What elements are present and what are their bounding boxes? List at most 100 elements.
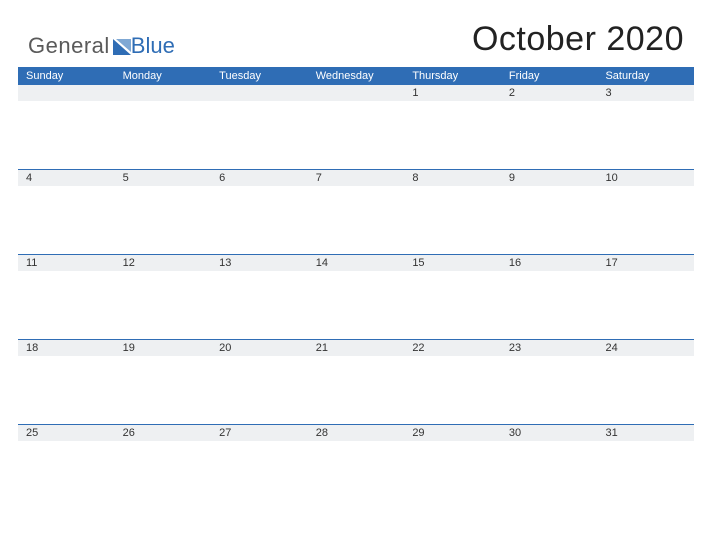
day-cell: 16	[501, 255, 598, 339]
date-number: 19	[123, 342, 135, 354]
date-band	[308, 85, 405, 101]
brand-triangle-icon	[113, 39, 131, 55]
day-header-cell: Sunday	[18, 67, 115, 85]
brand-logo: General Blue	[28, 33, 175, 59]
date-band: 18	[18, 340, 115, 356]
calendar-grid: Sunday Monday Tuesday Wednesday Thursday…	[18, 67, 694, 509]
day-cell: 3	[597, 85, 694, 169]
day-cell: 1	[404, 85, 501, 169]
day-header-cell: Monday	[115, 67, 212, 85]
day-cell: 23	[501, 340, 598, 424]
brand-word-1: General	[28, 33, 110, 59]
date-number: 5	[123, 172, 129, 184]
day-cell: 14	[308, 255, 405, 339]
week-row: 25 26 27 28 29 30 31	[18, 424, 694, 509]
date-band: 6	[211, 170, 308, 186]
day-cell	[308, 85, 405, 169]
date-band: 24	[597, 340, 694, 356]
day-cell: 7	[308, 170, 405, 254]
date-band: 17	[597, 255, 694, 271]
day-cell: 6	[211, 170, 308, 254]
date-number: 21	[316, 342, 328, 354]
date-band: 11	[18, 255, 115, 271]
date-number: 4	[26, 172, 32, 184]
date-band: 31	[597, 425, 694, 441]
date-number: 12	[123, 257, 135, 269]
date-number: 6	[219, 172, 225, 184]
date-band: 12	[115, 255, 212, 271]
day-cell: 31	[597, 425, 694, 509]
week-row: 1 23	[18, 85, 694, 169]
week-row: 18 19 20 21 22 23 24	[18, 339, 694, 424]
day-cell: 8	[404, 170, 501, 254]
date-band: 22	[404, 340, 501, 356]
date-number: 7	[316, 172, 322, 184]
date-number: 24	[605, 342, 617, 354]
date-band: 26	[115, 425, 212, 441]
date-number: 9	[509, 172, 515, 184]
day-cell: 19	[115, 340, 212, 424]
day-cell: 28	[308, 425, 405, 509]
date-band: 27	[211, 425, 308, 441]
date-band: 7	[308, 170, 405, 186]
date-number: 15	[412, 257, 424, 269]
day-cell: 21	[308, 340, 405, 424]
date-band: 3	[597, 85, 694, 101]
day-cell	[18, 85, 115, 169]
day-cell: 20	[211, 340, 308, 424]
date-number: 13	[219, 257, 231, 269]
day-cell: 11	[18, 255, 115, 339]
date-band: 14	[308, 255, 405, 271]
date-band	[115, 85, 212, 101]
date-number: 1	[412, 87, 418, 99]
day-cell: 17	[597, 255, 694, 339]
day-cell	[115, 85, 212, 169]
date-number: 11	[26, 257, 37, 269]
day-header-cell: Wednesday	[308, 67, 405, 85]
header: General Blue October 2020	[0, 0, 712, 67]
date-band: 23	[501, 340, 598, 356]
date-number: 31	[605, 427, 617, 439]
date-number: 28	[316, 427, 328, 439]
date-band: 15	[404, 255, 501, 271]
date-number: 14	[316, 257, 328, 269]
date-number: 25	[26, 427, 38, 439]
week-row: 4 5 6 7 8 9 10	[18, 169, 694, 254]
date-number: 8	[412, 172, 418, 184]
calendar-title: October 2020	[472, 20, 684, 59]
day-cell: 2	[501, 85, 598, 169]
day-cell: 12	[115, 255, 212, 339]
date-number: 26	[123, 427, 135, 439]
day-cell: 18	[18, 340, 115, 424]
week-row: 11 12 13 14 15 1617	[18, 254, 694, 339]
date-number: 23	[509, 342, 521, 354]
day-cell: 9	[501, 170, 598, 254]
date-number: 22	[412, 342, 424, 354]
brand-word-2: Blue	[131, 33, 175, 59]
day-cell: 27	[211, 425, 308, 509]
day-cell: 4	[18, 170, 115, 254]
date-band: 29	[404, 425, 501, 441]
date-band: 9	[501, 170, 598, 186]
date-band: 20	[211, 340, 308, 356]
date-number: 20	[219, 342, 231, 354]
day-cell: 13	[211, 255, 308, 339]
day-cell: 30	[501, 425, 598, 509]
day-cell: 26	[115, 425, 212, 509]
date-number: 10	[605, 172, 617, 184]
day-cell: 29	[404, 425, 501, 509]
date-number: 27	[219, 427, 231, 439]
date-band: 30	[501, 425, 598, 441]
date-band: 13	[211, 255, 308, 271]
date-band: 1	[404, 85, 501, 101]
day-header-cell: Thursday	[404, 67, 501, 85]
date-band: 21	[308, 340, 405, 356]
day-cell: 22	[404, 340, 501, 424]
date-number: 30	[509, 427, 521, 439]
date-number: 18	[26, 342, 38, 354]
date-band: 10	[597, 170, 694, 186]
date-number: 29	[412, 427, 424, 439]
day-header-cell: Tuesday	[211, 67, 308, 85]
date-band: 4	[18, 170, 115, 186]
date-number: 3	[605, 87, 611, 99]
